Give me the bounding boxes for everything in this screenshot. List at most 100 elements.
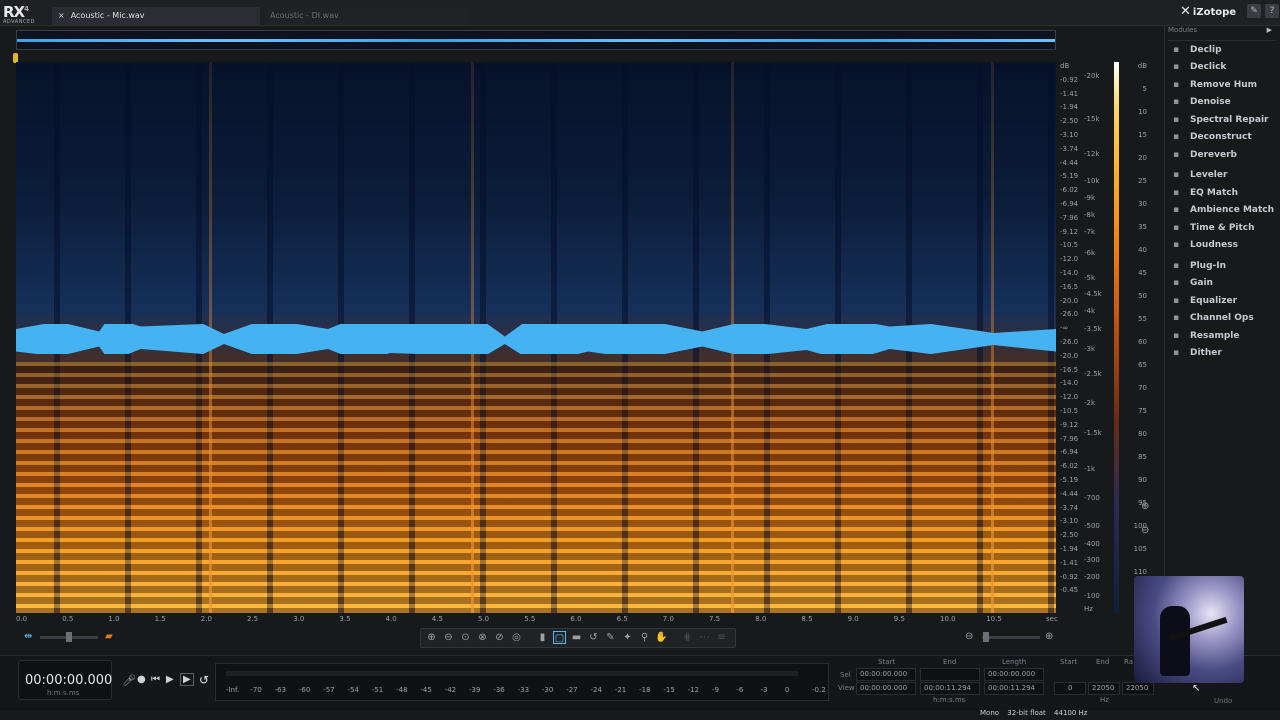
module-ambience-match[interactable]: ▪ Ambience Match [1171, 202, 1274, 218]
time-pitch-icon: ▪ [1172, 223, 1180, 233]
db-tick-label: -1.94 [1060, 545, 1079, 553]
magnify-icon[interactable]: ⚲ [638, 631, 651, 644]
time-select-icon[interactable]: ▮ [536, 631, 549, 644]
lasso-icon[interactable]: ↺ [587, 631, 600, 644]
tab-acoustic-di[interactable]: Acoustic - DI.wav [264, 7, 468, 25]
freq-tick-label: -10k [1084, 177, 1100, 185]
freq-tick-label: Hz [1084, 605, 1093, 613]
rewind-icon[interactable]: ⏮︎ [151, 674, 160, 685]
module-eq-match[interactable]: ▪ EQ Match [1171, 185, 1238, 201]
magic-wand-icon[interactable]: ✦ [621, 631, 634, 644]
time-tick-label: 3.0 [293, 615, 305, 623]
time-tick-label: 10.0 [940, 615, 956, 623]
meter-tick-label: 0 [784, 686, 790, 694]
meter-tick-label: -39 [469, 686, 481, 694]
zoom-freq-out-icon[interactable]: ⊖ [1141, 525, 1149, 536]
grid-icon[interactable]: ⋯ [698, 631, 711, 644]
freq-tick-label: -2.5k [1084, 370, 1102, 378]
module-dither[interactable]: ▪ Dither [1171, 345, 1222, 361]
leveler-icon: ▪ [1172, 170, 1180, 180]
dereverb-icon: ▪ [1172, 150, 1180, 160]
list-icon[interactable]: ≡ [715, 631, 728, 644]
colorbar-tick-label: 50 [1138, 292, 1147, 300]
zoom-freq-icon[interactable]: ⊕ [1141, 501, 1149, 512]
meter-tick-label: -0.2 [812, 686, 826, 694]
brush-icon[interactable]: ✎ [604, 631, 617, 644]
wrench-icon[interactable]: ✎ [1247, 4, 1261, 18]
help-icon[interactable]: ? [1265, 4, 1279, 18]
module-channel-ops[interactable]: ▪ Channel Ops [1171, 310, 1254, 326]
view-end-field[interactable]: 00:00:11.294 [920, 682, 980, 695]
view-length-field[interactable]: 00:00:11.294 [984, 682, 1044, 695]
opacity-slider-handle[interactable] [66, 632, 72, 642]
module-label: Resample [1190, 331, 1240, 341]
tab-acoustic-mic[interactable]: × Acoustic - Mic.wav [52, 7, 260, 25]
range-end-field[interactable]: 22050 [1088, 682, 1120, 695]
freq-select-icon[interactable]: ▬ [570, 631, 583, 644]
play-icon[interactable]: ▶ [166, 674, 174, 685]
module-denoise[interactable]: ▪ Denoise [1171, 94, 1231, 110]
zoom-selection-icon[interactable]: ⊙ [459, 631, 472, 644]
meter-tick-label: -42 [444, 686, 457, 694]
waveform-overview[interactable] [16, 30, 1056, 50]
db-tick-label: -6.02 [1060, 462, 1079, 471]
sel-start-field[interactable]: 00:00:00.000 [856, 668, 916, 681]
hum-icon: ▪ [1172, 80, 1180, 90]
play-selection-icon[interactable]: ▶ [180, 673, 194, 686]
module-time-pitch[interactable]: ▪ Time & Pitch [1171, 220, 1255, 236]
module-loudness[interactable]: ▪ Loudness [1171, 237, 1238, 253]
module-remove-hum[interactable]: ▪ Remove Hum [1171, 77, 1257, 93]
record-icon[interactable]: ● [137, 674, 146, 685]
spectrogram-view-icon[interactable]: ▰ [105, 631, 113, 643]
colorbar-tick-label: 40 [1138, 246, 1147, 254]
meter-tick-label: -15 [663, 686, 675, 694]
rect-select-icon[interactable]: ▢ [553, 631, 566, 644]
module-leveler[interactable]: ▪ Leveler [1171, 167, 1228, 183]
time-tick-label: 6.0 [570, 615, 582, 623]
length-header: Length [1002, 658, 1027, 666]
harmonic-select-icon[interactable]: ⋕ [681, 631, 694, 644]
module-plug-in[interactable]: ▪ Plug-In [1171, 258, 1226, 274]
loop-icon[interactable]: ↺ [199, 673, 209, 687]
range-field[interactable]: 22050 [1122, 682, 1154, 695]
hand-icon[interactable]: ✋ [655, 631, 668, 644]
zoom-in-h-icon[interactable]: ⊕ [1045, 631, 1053, 643]
db-tick-label: -6.94 [1060, 200, 1079, 208]
module-dereverb[interactable]: ▪ Dereverb [1171, 147, 1237, 163]
close-tab-icon[interactable]: × [58, 11, 65, 20]
zoom-vertical-icon[interactable]: ⊘ [493, 631, 506, 644]
sel-length-field[interactable]: 00:00:00.000 [984, 668, 1044, 681]
module-gain[interactable]: ▪ Gain [1171, 275, 1213, 291]
module-declip[interactable]: ▪ Declip [1171, 42, 1222, 58]
meter-tick-label: -9 [712, 686, 719, 694]
freq-tick-label: -5k [1084, 274, 1096, 282]
tool-bar: ⊕ ⊖ ⊙ ⊗ ⊘ ◎ ▮ ▢ ▬ ↺ ✎ ✦ ⚲ ✋ ⋕ ⋯ ≡ [420, 628, 736, 648]
denoise-icon: ▪ [1172, 97, 1180, 107]
zoom-out-h-icon[interactable]: ⊖ [965, 631, 973, 643]
zoom-out-icon[interactable]: ⊖ [442, 631, 455, 644]
view-start-field[interactable]: 00:00:00.000 [856, 682, 916, 695]
waveform-view-icon[interactable]: ⇹ [24, 631, 32, 643]
module-declick[interactable]: ▪ Declick [1171, 59, 1226, 75]
colorbar-tick-label: 110 [1133, 568, 1147, 576]
module-spectral-repair[interactable]: ▪ Spectral Repair [1171, 112, 1269, 128]
time-tick-label: 10.5 [986, 615, 1002, 623]
range-start-field[interactable]: 0 [1054, 682, 1086, 695]
status-bitdepth: 32-bit float [1007, 709, 1046, 717]
zoom-fit-icon[interactable]: ⊗ [476, 631, 489, 644]
module-resample[interactable]: ▪ Resample [1171, 328, 1240, 344]
zoom-slider-handle[interactable] [983, 632, 989, 642]
gain-icon: ▪ [1172, 278, 1180, 288]
spectrogram-display[interactable] [16, 62, 1056, 613]
microphone-icon[interactable]: 🎤︎ [122, 674, 136, 687]
module-equalizer[interactable]: ▪ Equalizer [1171, 293, 1237, 309]
module-deconstruct[interactable]: ▪ Deconstruct [1171, 129, 1252, 145]
presenter-video-thumbnail [1134, 576, 1244, 683]
sel-end-field[interactable] [920, 668, 980, 681]
zoom-reset-icon[interactable]: ◎ [510, 631, 523, 644]
timecode-display[interactable]: 00:00:00.000 h:m:s.ms [18, 660, 112, 700]
zoom-slider[interactable] [982, 636, 1040, 639]
range-end-header: End [1096, 658, 1110, 666]
zoom-in-icon[interactable]: ⊕ [425, 631, 438, 644]
db-tick-label: -0.92 [1060, 75, 1079, 84]
